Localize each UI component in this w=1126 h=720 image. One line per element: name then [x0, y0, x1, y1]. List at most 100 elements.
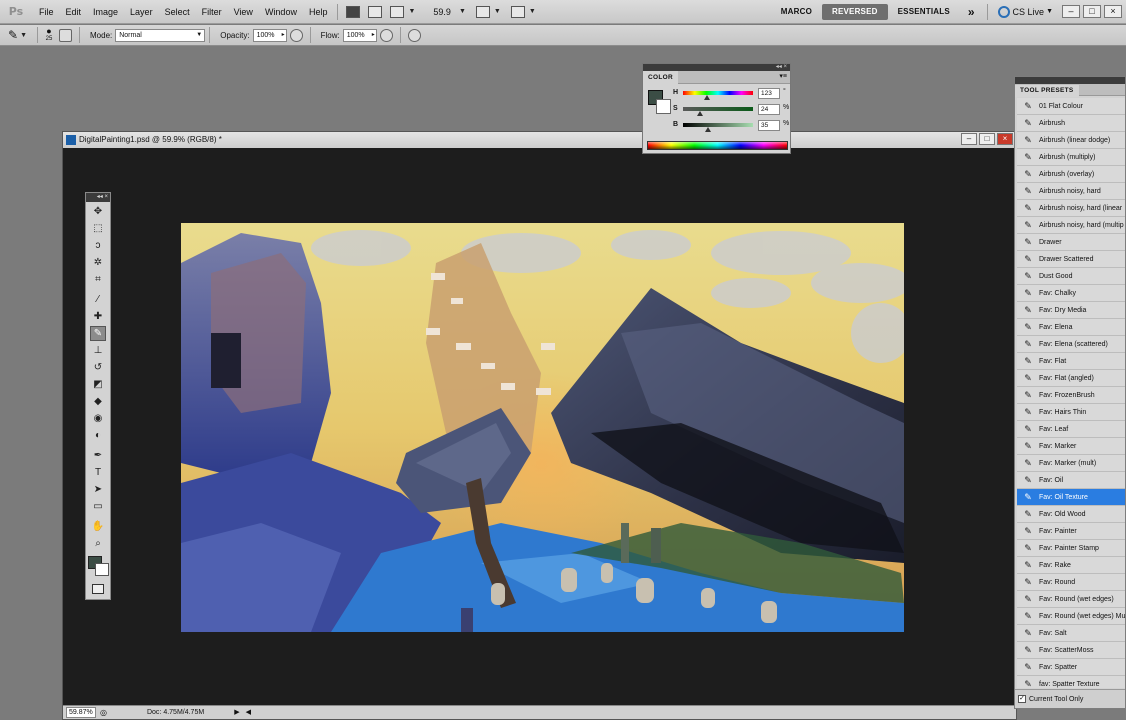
healing-brush-tool-icon[interactable]: ✚	[90, 309, 106, 324]
brush-picker[interactable]: ● 25	[42, 26, 56, 44]
more-workspaces-icon[interactable]: »	[960, 5, 983, 19]
screen-mode-icon[interactable]	[510, 5, 525, 18]
tool-preset-item[interactable]: ✎ Drawer Scattered	[1017, 251, 1125, 268]
menu-window[interactable]: Window	[259, 0, 303, 24]
saturation-slider[interactable]	[683, 107, 753, 111]
paint-bucket-tool-icon[interactable]: ◆	[90, 394, 106, 409]
background-color-swatch[interactable]	[95, 563, 109, 576]
shape-tool-icon[interactable]: ▭	[90, 499, 106, 514]
menu-filter[interactable]: Filter	[196, 0, 228, 24]
lasso-tool-icon[interactable]: ↄ	[90, 238, 106, 253]
mini-bridge-icon[interactable]	[368, 5, 383, 18]
tool-preset-item[interactable]: ✎ Fav: FrozenBrush	[1017, 387, 1125, 404]
toolbox-header[interactable]: ◂◂ ×	[86, 193, 110, 202]
marquee-tool-icon[interactable]: ⬚	[90, 221, 106, 236]
brightness-slider-knob[interactable]	[704, 127, 711, 132]
tool-preset-item[interactable]: ✎ Drawer	[1017, 234, 1125, 251]
hue-slider[interactable]	[683, 91, 753, 95]
workspace-essentials[interactable]: ESSENTIALS	[888, 4, 960, 20]
zoom-dropdown-icon[interactable]: ▼	[459, 8, 466, 15]
menu-file[interactable]: File	[33, 0, 60, 24]
arrange-documents-icon[interactable]	[475, 5, 490, 18]
move-tool-icon[interactable]: ✥	[90, 204, 106, 219]
eraser-tool-icon[interactable]: ◩	[90, 377, 106, 392]
document-minimize-button[interactable]: –	[961, 133, 977, 145]
hand-tool-icon[interactable]: ✋	[90, 519, 106, 534]
current-tool-only-checkbox[interactable]: ✓	[1018, 695, 1026, 703]
cs-live-button[interactable]: CS Live ▼	[992, 5, 1059, 18]
zoom-tool-icon[interactable]: ⌕	[90, 536, 106, 551]
menu-help[interactable]: Help	[303, 0, 334, 24]
tab-tool-presets[interactable]: TOOL PRESETS	[1015, 85, 1079, 97]
status-menu-arrow-icon[interactable]: ▶	[234, 706, 239, 719]
opacity-field[interactable]: 100% ▸	[252, 28, 287, 42]
tool-preset-item[interactable]: ✎ Fav: Flat	[1017, 353, 1125, 370]
tool-preset-item[interactable]: ✎ Fav: Oil Texture	[1017, 489, 1125, 506]
menu-layer[interactable]: Layer	[124, 0, 159, 24]
tool-preset-item[interactable]: ✎ Airbrush (linear dodge)	[1017, 132, 1125, 149]
tool-preset-item[interactable]: ✎ Fav: Hairs Thin	[1017, 404, 1125, 421]
screen-mode-dropdown-icon[interactable]: ▼	[529, 8, 536, 15]
clone-stamp-tool-icon[interactable]: ⊥	[90, 343, 106, 358]
tool-preset-item[interactable]: ✎ Fav: Round (wet edges)	[1017, 591, 1125, 608]
tool-preset-item[interactable]: ✎ Fav: Painter	[1017, 523, 1125, 540]
tool-preset-item[interactable]: ✎ Fav: Marker	[1017, 438, 1125, 455]
pressure-opacity-icon[interactable]	[289, 28, 303, 42]
tool-preset-item[interactable]: ✎ Fav: Marker (mult)	[1017, 455, 1125, 472]
airbrush-toggle-icon[interactable]	[379, 28, 393, 42]
tool-preset-item[interactable]: ✎ Fav: Dry Media	[1017, 302, 1125, 319]
menu-select[interactable]: Select	[159, 0, 196, 24]
tool-preset-item[interactable]: ✎ Fav: Oil	[1017, 472, 1125, 489]
tool-preset-item[interactable]: ✎ Fav: Round	[1017, 574, 1125, 591]
color-panel-menu-icon[interactable]: ▾≡	[779, 72, 787, 80]
color-panel-top-bar[interactable]: ◂◂ ×	[643, 64, 790, 71]
quick-select-tool-icon[interactable]: ✲	[90, 255, 106, 270]
menu-image[interactable]: Image	[87, 0, 124, 24]
type-tool-icon[interactable]: T	[90, 465, 106, 480]
app-minimize-button[interactable]: –	[1062, 5, 1080, 18]
tool-preset-item[interactable]: ✎ Airbrush noisy, hard (linear	[1017, 200, 1125, 217]
arrange-dropdown-icon[interactable]: ▼	[494, 8, 501, 15]
tool-preset-item[interactable]: ✎ 01 Flat Colour	[1017, 98, 1125, 115]
tool-preset-item[interactable]: ✎ Dust Good	[1017, 268, 1125, 285]
mode-select[interactable]: Normal ▼	[115, 28, 206, 42]
tool-preset-item[interactable]: ✎ Fav: Round (wet edges) Mu	[1017, 608, 1125, 625]
document-title-bar[interactable]: DigitalPainting1.psd @ 59.9% (RGB/8) * –…	[63, 132, 1016, 148]
color-spectrum-ramp[interactable]	[647, 141, 788, 150]
document-restore-button[interactable]: □	[979, 133, 995, 145]
color-panel-collapse-icon[interactable]: ◂◂ ×	[776, 64, 787, 70]
brightness-slider[interactable]	[683, 123, 753, 127]
tool-preset-item[interactable]: ✎ Airbrush	[1017, 115, 1125, 132]
pen-tool-icon[interactable]: ✒	[90, 448, 106, 463]
tool-preset-item[interactable]: ✎ Fav: Leaf	[1017, 421, 1125, 438]
quick-mask-icon[interactable]	[92, 584, 104, 594]
tool-preset-item[interactable]: ✎ Airbrush noisy, hard (multip	[1017, 217, 1125, 234]
toolbox-collapse-icon[interactable]: ◂◂ ×	[97, 194, 108, 200]
tool-preset-item[interactable]: ✎ Fav: Painter Stamp	[1017, 540, 1125, 557]
saturation-input[interactable]: 24	[758, 104, 780, 115]
tool-preset-picker-icon[interactable]: ✎	[8, 28, 18, 42]
tool-preset-item[interactable]: ✎ Fav: Elena	[1017, 319, 1125, 336]
status-scroll-left-icon[interactable]: ◀	[246, 706, 251, 719]
pressure-size-icon[interactable]	[407, 28, 421, 42]
launch-bridge-icon[interactable]	[346, 5, 361, 18]
status-info-icon[interactable]: ◎	[100, 706, 107, 719]
app-restore-button[interactable]: □	[1083, 5, 1101, 18]
blur-tool-icon[interactable]: ◉	[90, 411, 106, 426]
workspace-marco[interactable]: MARCO	[771, 4, 822, 20]
crop-tool-icon[interactable]: ⌗	[90, 272, 106, 287]
status-zoom-field[interactable]: 59.87%	[66, 707, 96, 718]
tool-preset-item[interactable]: ✎ Fav: Spatter	[1017, 659, 1125, 676]
brightness-input[interactable]: 35	[758, 120, 780, 131]
tool-preset-item[interactable]: ✎ Fav: Elena (scattered)	[1017, 336, 1125, 353]
brush-tool-icon[interactable]: ✎	[90, 326, 106, 341]
workspace-reversed[interactable]: REVERSED	[822, 3, 888, 20]
view-extras-icon[interactable]	[390, 5, 405, 18]
history-brush-tool-icon[interactable]: ↺	[90, 360, 106, 375]
hue-slider-knob[interactable]	[703, 95, 710, 100]
flow-field[interactable]: 100% ▸	[342, 28, 377, 42]
tool-preset-item[interactable]: ✎ Airbrush (multiply)	[1017, 149, 1125, 166]
document-close-button[interactable]: ×	[997, 133, 1013, 145]
eyedropper-tool-icon[interactable]: ⁄	[90, 292, 106, 307]
tool-preset-item[interactable]: ✎ fav: Spatter Texture	[1017, 676, 1125, 688]
